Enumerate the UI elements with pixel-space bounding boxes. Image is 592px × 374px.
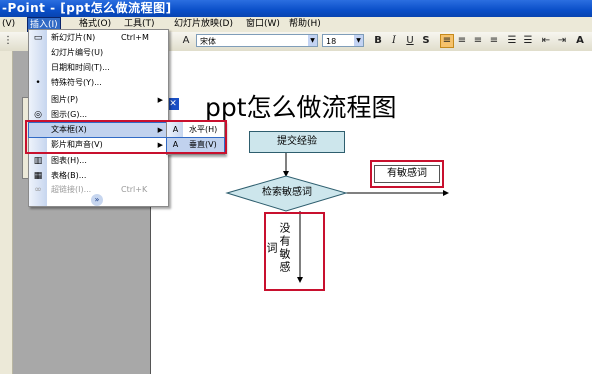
- menu-item-table[interactable]: ▦ 表格(B)...: [29, 169, 168, 183]
- menu-item-picture[interactable]: 图片(P) ▶: [29, 93, 168, 107]
- menu-item-new-slide[interactable]: ▭ 新幻灯片(N) Ctrl+M: [29, 31, 168, 45]
- menu-item-label: 图表(H)...: [51, 156, 87, 165]
- menu-item-slide-number[interactable]: 幻灯片编号(U): [29, 46, 168, 60]
- menu-item-label: 日期和时间(T)...: [51, 63, 110, 72]
- menu-item-label: 幻灯片编号(U): [51, 48, 104, 57]
- submenu-arrow-icon: ▶: [157, 96, 163, 104]
- start-box[interactable]: 提交经验: [249, 131, 345, 153]
- menu-item-shortcut: Ctrl+M: [121, 33, 149, 42]
- menu-item-label: 新幻灯片(N): [51, 33, 96, 42]
- chart-icon: ▥: [33, 156, 43, 166]
- expand-menu-icon[interactable]: »: [91, 194, 103, 206]
- table-icon: ▦: [33, 171, 43, 181]
- yes-label: 有敏感词: [387, 168, 427, 179]
- menu-item-chart[interactable]: ▥ 图表(H)...: [29, 154, 168, 168]
- no-textbox-vertical[interactable]: 没有敏感词: [265, 216, 291, 280]
- insert-menu: ▭ 新幻灯片(N) Ctrl+M 幻灯片编号(U) 日期和时间(T)... • …: [28, 29, 169, 207]
- menu-item-label: 图片(P): [51, 95, 79, 104]
- new-slide-icon: ▭: [33, 33, 43, 43]
- yes-textbox[interactable]: 有敏感词: [374, 165, 440, 183]
- menu-item-special-symbol[interactable]: • 特殊符号(Y)...: [29, 76, 168, 90]
- powerpoint-window: -Point - [ppt怎么做流程图] (V) 插入(I) 格式(O) 工具(…: [0, 0, 592, 374]
- decision-label: 检索敏感词: [262, 187, 312, 198]
- hyperlink-icon: ∞: [34, 185, 42, 195]
- symbol-icon: •: [35, 78, 41, 88]
- menu-item-label: 特殊符号(Y)...: [51, 78, 102, 87]
- start-box-label: 提交经验: [277, 136, 317, 147]
- annotation-menu-box: [25, 120, 227, 154]
- menu-item-date-time[interactable]: 日期和时间(T)...: [29, 61, 168, 75]
- menu-item-label: 超链接(I)...: [51, 185, 92, 194]
- menu-item-label: 表格(B)...: [51, 171, 87, 180]
- menu-item-shortcut: Ctrl+K: [121, 185, 148, 194]
